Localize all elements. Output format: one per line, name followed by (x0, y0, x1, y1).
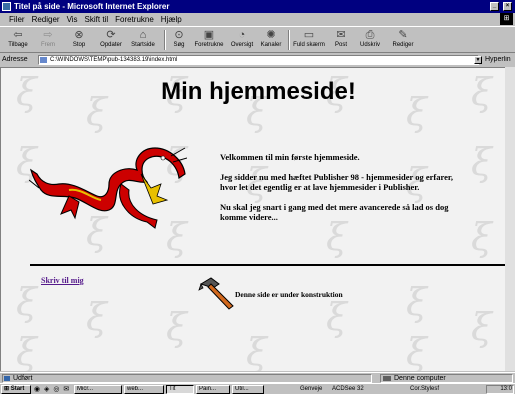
forward-button[interactable]: ⇨ Frem (34, 28, 62, 53)
favorites-button[interactable]: ▣ Foretrukne (192, 28, 226, 53)
print-button[interactable]: ⎙ Udskriv (356, 28, 384, 53)
menu-bar: Filer Rediger Vis Skift til Foretrukne H… (0, 13, 515, 25)
status-bar: Udført Denne computer (0, 372, 515, 383)
history-button[interactable]: ◔ Oversigt (228, 28, 256, 53)
refresh-button[interactable]: ⟳ Opdater (96, 28, 126, 53)
computer-icon (383, 376, 391, 381)
favorites-icon: ▣ (203, 29, 215, 41)
mail-button[interactable]: ✉ Post (330, 28, 352, 53)
search-button[interactable]: ⊙ Søg (168, 28, 190, 53)
taskbar-shortcut[interactable]: ACDSee 32 (332, 386, 364, 392)
horizontal-divider (30, 264, 505, 266)
back-arrow-icon: ⇦ (13, 29, 23, 41)
history-icon: ◔ (238, 29, 246, 41)
menu-view[interactable]: Vis (67, 15, 78, 24)
fullscreen-button[interactable]: ▭ Fuld skærm (292, 28, 326, 53)
mail-link[interactable]: Skriv til mig (41, 276, 84, 285)
clock[interactable]: 13:0 (500, 386, 512, 392)
toolbar-separator (164, 30, 166, 50)
status-text: Udført (2, 374, 372, 383)
refresh-icon: ⟳ (106, 29, 116, 41)
windows-flag-icon: ⊞ (4, 386, 10, 392)
toolbar-separator (288, 30, 290, 50)
hammer-icon (198, 277, 234, 310)
address-dropdown-icon[interactable]: ▼ (474, 56, 482, 64)
quick-launch-icons[interactable]: ◉ ◈ ◎ ✉ (34, 385, 70, 393)
edit-button[interactable]: ✎ Rediger (388, 28, 418, 53)
forward-arrow-icon: ⇨ (43, 29, 53, 41)
window-title: Titel på side - Microsoft Internet Explo… (14, 2, 170, 11)
intro-text: Velkommen til min første hjemmeside. Jeg… (220, 152, 460, 232)
address-input[interactable]: C:\WINDOWS\TEMP\pub-134383.19\index.html (38, 55, 479, 65)
menu-go[interactable]: Skift til (85, 15, 109, 24)
printer-icon: ⎙ (365, 29, 375, 41)
menu-help[interactable]: Hjælp (161, 15, 182, 24)
fullscreen-icon: ▭ (303, 29, 315, 41)
taskbar-item[interactable]: web... (124, 385, 164, 394)
windows-logo-icon: ⊞ (500, 13, 513, 25)
start-button[interactable]: ⊞ Start (1, 385, 31, 394)
home-button[interactable]: ⌂ Startside (128, 28, 158, 53)
home-icon: ⌂ (139, 29, 147, 41)
taskbar-toolbar-label[interactable]: Genveje (300, 386, 322, 392)
title-bar[interactable]: Titel på side - Microsoft Internet Explo… (0, 0, 515, 13)
menu-edit[interactable]: Rediger (32, 15, 60, 24)
taskbar-item[interactable]: Micr... (74, 385, 122, 394)
channels-icon: ✺ (266, 29, 276, 41)
security-zone: Denne computer (380, 374, 513, 383)
minimize-button[interactable]: _ (490, 2, 499, 11)
intro-paragraph: Velkommen til min første hjemmeside. (220, 152, 360, 162)
page-viewport[interactable]: ξξξξξξξ ξξξξξ ξξξξ ξξξξξξ ξξξ Min hjemme… (0, 67, 515, 371)
mail-icon: ✉ (336, 29, 346, 41)
back-button[interactable]: ⇦ Tilbage (4, 28, 32, 53)
edit-icon: ✎ (398, 29, 408, 41)
links-label[interactable]: Hyperlin (485, 56, 515, 63)
status-page-icon (4, 376, 10, 381)
menu-file[interactable]: Filer (9, 15, 25, 24)
close-button[interactable]: × (503, 2, 512, 11)
page-icon (40, 57, 47, 63)
ie-icon (2, 2, 11, 11)
search-icon: ⊙ (174, 29, 184, 41)
stop-icon: ⊗ (74, 29, 84, 41)
address-bar: Adresse C:\WINDOWS\TEMP\pub-134383.19\in… (0, 54, 515, 66)
address-label: Adresse (2, 56, 28, 63)
taskbar-shortcut[interactable]: Cor.Stylesf (410, 386, 439, 392)
address-value: C:\WINDOWS\TEMP\pub-134383.19\index.html (50, 57, 178, 63)
intro-paragraph: Jeg sidder nu med hæftet Publisher 98 - … (220, 172, 454, 192)
system-tray: 13:0 (486, 385, 514, 394)
menu-favorites[interactable]: Foretrukne (115, 15, 154, 24)
vertical-scrollbar[interactable] (505, 67, 515, 371)
page-heading: Min hjemmeside! (161, 78, 356, 105)
taskbar: ⊞ Start ◉ ◈ ◎ ✉ Micr... web... Tit Pain.… (0, 383, 515, 394)
intro-paragraph: Nu skal jeg snart i gang med det mere av… (220, 202, 449, 222)
construction-notice: Denne side er under konstruktion (235, 290, 343, 299)
dragon-illustration (29, 147, 187, 229)
taskbar-item[interactable]: Pain... (196, 385, 230, 394)
taskbar-item-active[interactable]: Tit (166, 385, 194, 394)
toolbar: ⇦ Tilbage ⇨ Frem ⊗ Stop ⟳ Opdater ⌂ Star… (0, 26, 515, 53)
taskbar-item[interactable]: Util... (232, 385, 264, 394)
stop-button[interactable]: ⊗ Stop (66, 28, 92, 53)
channels-button[interactable]: ✺ Kanaler (258, 28, 284, 53)
